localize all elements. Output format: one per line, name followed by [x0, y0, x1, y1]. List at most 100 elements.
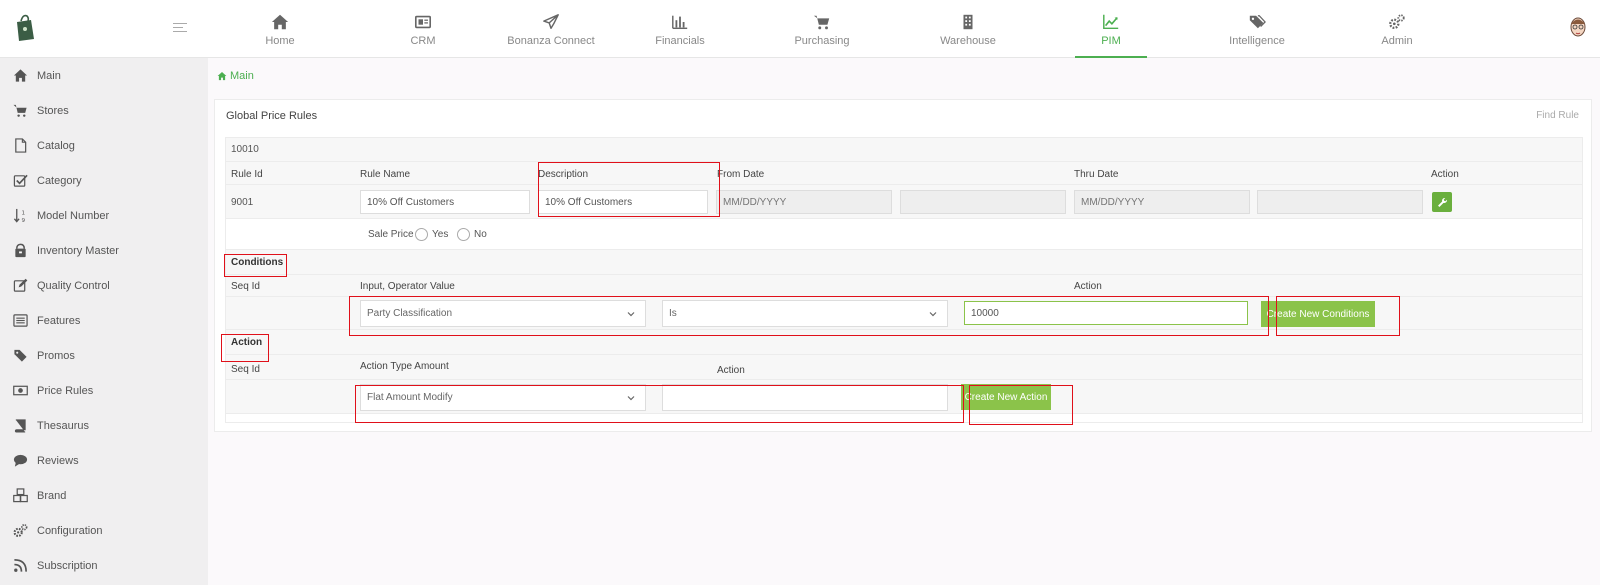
action-type-select[interactable]: Flat Amount Modify [360, 384, 646, 411]
sale-price-yes-radio[interactable] [415, 228, 428, 241]
tags-icon [1222, 13, 1292, 33]
nav-home[interactable]: Home [250, 0, 310, 58]
tag-icon [12, 348, 28, 364]
sale-price-yes-label: Yes [432, 229, 449, 240]
crm-icon [393, 13, 453, 33]
home-icon [250, 13, 310, 33]
nav-warehouse[interactable]: Warehouse [933, 0, 1003, 58]
action-title: Action [231, 337, 263, 348]
nav-financials[interactable]: Financials [650, 0, 710, 58]
rule-row: 9001 [226, 185, 1582, 219]
line-chart-icon [1075, 13, 1147, 33]
sidebar-item-inventory-master[interactable]: Inventory Master [0, 233, 208, 268]
nav-purchasing[interactable]: Purchasing [792, 0, 852, 58]
sale-price-label: Sale Price [368, 229, 414, 240]
sidebar-item-configuration[interactable]: Configuration [0, 513, 208, 548]
conditions-header-row: Seq Id Input, Operator Value Action [226, 275, 1582, 297]
action-input-row: Flat Amount Modify Create New Action [226, 380, 1582, 414]
cubes-icon [12, 488, 28, 504]
conditions-title: Conditions [231, 257, 284, 268]
thru-date-input[interactable] [1074, 190, 1250, 214]
sidebar: Main Stores Catalog Category 19 Model Nu… [0, 58, 208, 585]
panel-title: Global Price Rules [226, 110, 318, 122]
book-icon [12, 418, 28, 434]
sidebar-item-quality-control[interactable]: Quality Control [0, 268, 208, 303]
rule-name-header: Rule Name [360, 169, 411, 180]
cart-icon [12, 103, 28, 119]
thru-time-input[interactable] [1257, 190, 1423, 214]
sale-price-no-radio[interactable] [457, 228, 470, 241]
sort-numeric-icon: 19 [12, 208, 28, 224]
group-id: 10010 [231, 144, 259, 155]
home-icon [12, 68, 28, 84]
action-header: Action [1431, 169, 1459, 180]
sidebar-item-features[interactable]: Features [0, 303, 208, 338]
from-time-input[interactable] [900, 190, 1066, 214]
action-type-header: Action Type Amount [360, 361, 449, 372]
create-new-action-button[interactable]: Create New Action [961, 384, 1051, 410]
nav-bonanza-connect[interactable]: Bonanza Connect [506, 0, 596, 58]
action-title-row: Action [226, 330, 1582, 355]
sidebar-item-stores[interactable]: Stores [0, 93, 208, 128]
app-logo[interactable] [14, 12, 36, 42]
global-price-rules-panel: Global Price Rules Find Rule 10010 Rule … [214, 99, 1592, 432]
rule-id-header: Rule Id [231, 169, 263, 180]
description-header: Description [538, 169, 589, 180]
condition-value-input[interactable] [964, 301, 1248, 325]
sidebar-item-main[interactable]: Main [0, 58, 208, 93]
conditions-seq-header: Seq Id [231, 281, 260, 292]
money-icon [12, 383, 28, 399]
svg-text:1: 1 [21, 211, 25, 217]
sidebar-item-price-rules[interactable]: Price Rules [0, 373, 208, 408]
sidebar-item-catalog[interactable]: Catalog [0, 128, 208, 163]
gears-icon [12, 523, 28, 539]
sale-price-no-label: No [474, 229, 487, 240]
action-seq-header: Seq Id [231, 364, 260, 375]
breadcrumb[interactable]: Main [217, 70, 254, 82]
paper-plane-icon [506, 13, 596, 33]
nav-admin[interactable]: Admin [1367, 0, 1427, 58]
rss-icon [12, 558, 28, 574]
edit-icon [12, 278, 28, 294]
top-navbar: Home CRM Bonanza Connect Financials Purc… [0, 0, 1600, 58]
home-icon [217, 71, 227, 81]
condition-input-select[interactable]: Party Classification [360, 300, 646, 327]
sidebar-item-reviews[interactable]: Reviews [0, 443, 208, 478]
file-icon [12, 138, 28, 154]
user-avatar[interactable] [1568, 14, 1588, 40]
rule-name-input[interactable] [360, 190, 530, 214]
conditions-title-row: Conditions [226, 250, 1582, 275]
rule-form: 10010 Rule Id Rule Name Description From… [225, 137, 1583, 423]
chevron-down-icon [627, 312, 635, 317]
sale-price-row: Sale Price Yes No [226, 219, 1582, 250]
nav-crm[interactable]: CRM [393, 0, 453, 58]
wrench-icon [1437, 197, 1447, 207]
nav-intelligence[interactable]: Intelligence [1222, 0, 1292, 58]
list-icon [12, 313, 28, 329]
sidebar-item-brand[interactable]: Brand [0, 478, 208, 513]
find-rule-link[interactable]: Find Rule [1536, 110, 1579, 121]
thru-date-header: Thru Date [1074, 169, 1119, 180]
condition-operator-select[interactable]: Is [662, 300, 948, 327]
action-amount-input[interactable] [662, 384, 948, 411]
sidebar-item-thesaurus[interactable]: Thesaurus [0, 408, 208, 443]
edit-rule-button[interactable] [1432, 192, 1452, 212]
inventory-icon [12, 243, 28, 259]
conditions-action-header: Action [1074, 281, 1102, 292]
cart-icon [792, 13, 852, 33]
action-action-header: Action [717, 365, 745, 376]
from-date-header: From Date [717, 169, 765, 180]
nav-pim[interactable]: PIM [1075, 0, 1147, 58]
description-input[interactable] [538, 190, 708, 214]
sidebar-item-subscription[interactable]: Subscription [0, 548, 208, 583]
action-header-row: Seq Id Action Type Amount Action [226, 355, 1582, 380]
from-date-input[interactable] [716, 190, 892, 214]
sidebar-item-model-number[interactable]: 19 Model Number [0, 198, 208, 233]
bar-chart-icon [650, 13, 710, 33]
sidebar-item-category[interactable]: Category [0, 163, 208, 198]
menu-toggle-icon[interactable] [173, 23, 187, 34]
sidebar-item-promos[interactable]: Promos [0, 338, 208, 373]
checkbox-icon [12, 173, 28, 189]
create-new-conditions-button[interactable]: Create New Conditions [1261, 301, 1375, 327]
comment-icon [12, 453, 28, 469]
